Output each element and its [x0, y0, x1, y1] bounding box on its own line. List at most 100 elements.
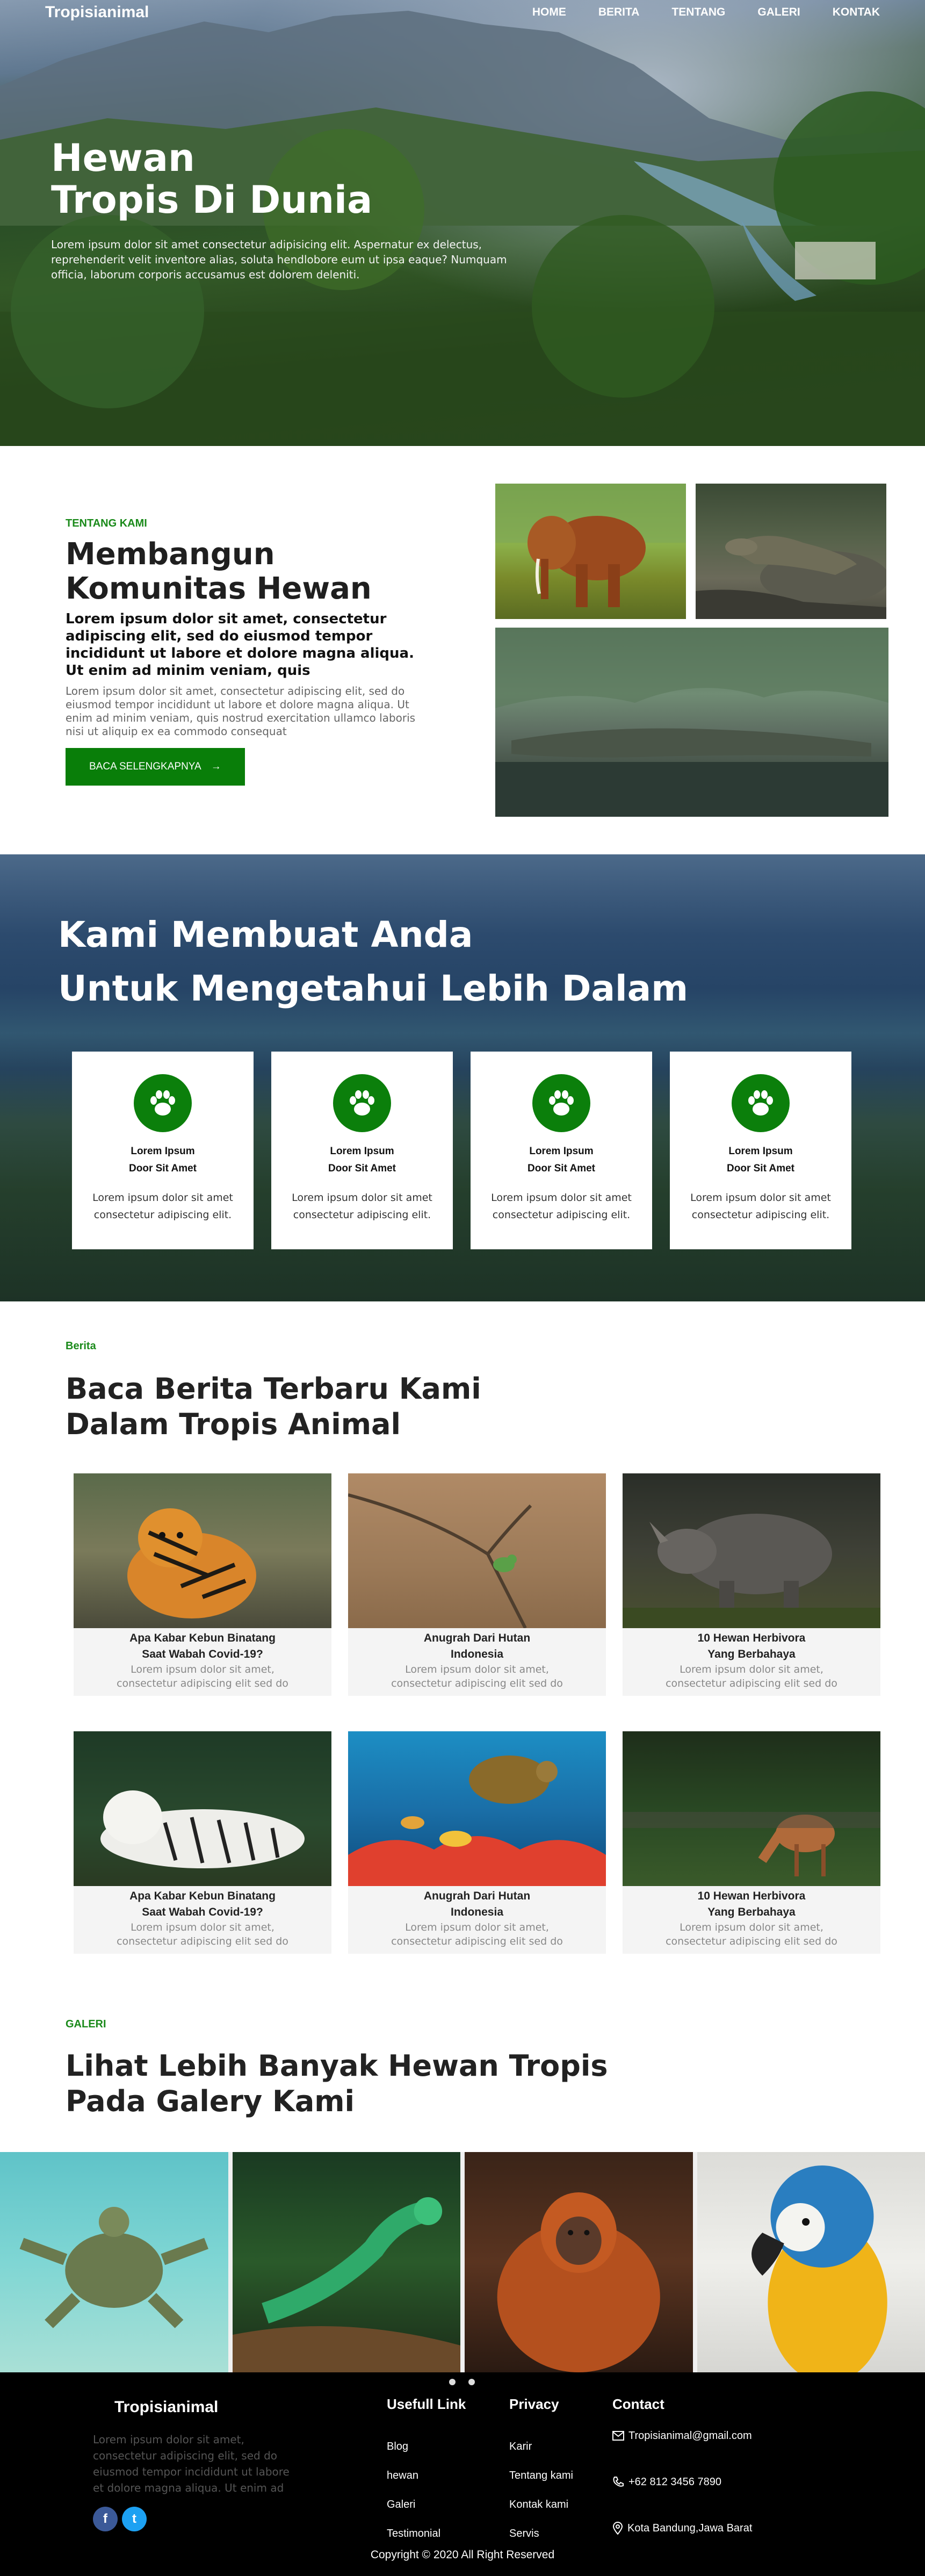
news-card-title-line1: 10 Hewan Herbivora	[698, 1632, 806, 1644]
brand-logo[interactable]: Tropisianimal	[45, 3, 149, 21]
feature-title: Lorem IpsumDoor Sit Amet	[670, 1143, 851, 1177]
news-card-desc-line1: Lorem ipsum dolor sit amet,	[131, 1922, 274, 1933]
news-card-desc-line1: Lorem ipsum dolor sit amet,	[405, 1664, 549, 1675]
footer-link-testimonial[interactable]: Testimonial	[387, 2519, 466, 2548]
about-eyebrow: TENTANG KAMI	[66, 517, 431, 530]
news-card[interactable]: Apa Kabar Kebun BinatangSaat Wabah Covid…	[74, 1731, 331, 1954]
news-card-title: Apa Kabar Kebun BinatangSaat Wabah Covid…	[74, 1888, 331, 1920]
main-navbar: Tropisianimal HOME BERITA TENTANG GALERI…	[0, 0, 925, 24]
news-card[interactable]: 10 Hewan HerbivoraYang Berbahaya Lorem i…	[623, 1731, 880, 1954]
phone-icon	[612, 2476, 624, 2488]
news-card-desc-line1: Lorem ipsum dolor sit amet,	[680, 1664, 823, 1675]
about-body: Lorem ipsum dolor sit amet, consectetur …	[66, 685, 431, 738]
news-card-desc-line2: consectetur adipiscing elit sed do	[666, 1678, 837, 1689]
feature-title-line1: Lorem Ipsum	[529, 1146, 593, 1157]
contact-address-text: Kota Bandung,Jawa Barat	[627, 2505, 752, 2551]
footer-link-servis[interactable]: Servis	[509, 2519, 573, 2548]
komodo-image	[696, 484, 886, 619]
about-section: TENTANG KAMI Membangun Komunitas Hewan L…	[0, 446, 925, 854]
know-more-section: Kami Membuat Anda Untuk Mengetahui Lebih…	[0, 854, 925, 1301]
gallery-lizard-image[interactable]	[233, 2152, 461, 2372]
feature-cards: Lorem IpsumDoor Sit Amet Lorem ipsum dol…	[72, 1052, 851, 1249]
news-card-title-line1: Apa Kabar Kebun Binatang	[129, 1632, 276, 1644]
gallery-header: GALERI Lihat Lebih Banyak Hewan Tropis P…	[0, 2016, 925, 2152]
gallery-orangutan-image[interactable]	[465, 2152, 693, 2372]
carousel-dot[interactable]	[468, 2379, 475, 2385]
footer-link-karir[interactable]: Karir	[509, 2432, 573, 2461]
carousel-dot[interactable]	[449, 2379, 456, 2385]
news-card[interactable]: Apa Kabar Kebun Binatang Saat Wabah Covid…	[74, 1473, 331, 1696]
nav-link-galeri[interactable]: GALERI	[757, 6, 800, 19]
privacy-title: Privacy	[509, 2396, 573, 2413]
feature-title-line2: Door Sit Amet	[328, 1163, 396, 1174]
feature-card: Lorem IpsumDoor Sit Amet Lorem ipsum dol…	[72, 1052, 254, 1249]
bird-image	[348, 1473, 606, 1628]
read-more-label: BACA SELENGKAPNYA	[89, 761, 201, 773]
nav-link-kontak[interactable]: KONTAK	[833, 6, 880, 19]
paw-icon	[732, 1074, 790, 1132]
feature-card: Lorem IpsumDoor Sit Amet Lorem ipsum dol…	[471, 1052, 652, 1249]
footer-link-tentang-kami[interactable]: Tentang kami	[509, 2461, 573, 2490]
nav-link-home[interactable]: HOME	[532, 6, 566, 19]
news-card-desc-line1: Lorem ipsum dolor sit amet,	[405, 1922, 549, 1933]
facebook-icon[interactable]: f	[93, 2507, 118, 2531]
hero-content: Hewan Tropis Di Dunia Lorem ipsum dolor …	[51, 137, 513, 282]
footer-link-blog[interactable]: Blog	[387, 2432, 466, 2461]
news-card-desc-line1: Lorem ipsum dolor sit amet,	[131, 1664, 274, 1675]
hero-title-line1: Hewan	[51, 136, 195, 180]
news-card-desc: Lorem ipsum dolor sit amet,consectetur a…	[623, 1920, 880, 1948]
know-title-line1: Kami Membuat Anda	[58, 914, 473, 955]
news-card-title-line2: Saat Wabah Covid-19?	[142, 1648, 263, 1660]
news-card-desc: Lorem ipsum dolor sit amet,consectetur a…	[348, 1663, 606, 1690]
twitter-icon[interactable]: t	[122, 2507, 147, 2531]
news-card-title-line1: 10 Hewan Herbivora	[698, 1890, 806, 1902]
footer-link-hewan[interactable]: hewan	[387, 2461, 466, 2490]
news-card-desc: Lorem ipsum dolor sit amet, consectetur a…	[348, 1920, 606, 1948]
contact-phone-text: +62 812 3456 7890	[628, 2459, 721, 2505]
feature-card: Lorem IpsumDoor Sit Amet Lorem ipsum dol…	[271, 1052, 453, 1249]
news-card-title-line2: Indonesia	[451, 1648, 503, 1660]
paw-icon	[134, 1074, 192, 1132]
contact-email[interactable]: Tropisianimal@gmail.com	[612, 2413, 752, 2459]
mail-icon	[612, 2431, 624, 2441]
arrow-right-icon: →	[211, 761, 221, 773]
news-card[interactable]: Anugrah Dari HutanIndonesia Lorem ipsum …	[348, 1731, 606, 1954]
nav-links: HOME BERITA TENTANG GALERI KONTAK	[532, 6, 880, 19]
feature-card: Lorem IpsumDoor Sit Amet Lorem ipsum dol…	[670, 1052, 851, 1249]
gallery-carousel[interactable]	[0, 2152, 925, 2372]
about-title: Membangun Komunitas Hewan	[66, 537, 431, 606]
footer-link-kontak-kami[interactable]: Kontak kami	[509, 2490, 573, 2519]
footer-about: Lorem ipsum dolor sit amet, consectetur …	[93, 2431, 297, 2496]
news-card-desc: Lorem ipsum dolor sit amet, consectetur a…	[74, 1920, 331, 1948]
news-card-title: Anugrah Dari HutanIndonesia	[348, 1888, 606, 1920]
feature-description: Lorem ipsum dolor sit amet consectetur a…	[670, 1189, 851, 1224]
feature-title: Lorem IpsumDoor Sit Amet	[471, 1143, 652, 1177]
news-card-desc-line2: consectetur adipiscing elit sed do	[391, 1935, 563, 1947]
news-card-desc: Lorem ipsum dolor sit amet, consectetur a…	[74, 1663, 331, 1690]
news-card-desc-line2: consectetur adipiscing elit sed do	[117, 1935, 288, 1947]
feature-title-line1: Lorem Ipsum	[728, 1146, 792, 1157]
footer-link-galeri[interactable]: Galeri	[387, 2490, 466, 2519]
white-tiger-image	[74, 1731, 331, 1886]
news-card-desc-line2: consectetur adipiscing elit sed do	[117, 1678, 288, 1689]
know-title: Kami Membuat Anda Untuk Mengetahui Lebih…	[58, 908, 688, 1016]
news-card[interactable]: 10 Hewan Herbivora Yang Berbahaya Lorem i…	[623, 1473, 880, 1696]
contact-column: Contact Tropisianimal@gmail.com +62 812 …	[612, 2396, 752, 2551]
news-card[interactable]: Anugrah Dari HutanIndonesia Lorem ipsum …	[348, 1473, 606, 1696]
useful-links-column: Usefull Link Blog hewan Galeri Testimoni…	[387, 2396, 466, 2548]
read-more-button[interactable]: BACA SELENGKAPNYA →	[66, 748, 245, 786]
feature-description: Lorem ipsum dolor sit amet consectetur a…	[72, 1189, 254, 1224]
news-card-title-line2: Yang Berbahaya	[707, 1648, 795, 1660]
nav-link-berita[interactable]: BERITA	[598, 6, 640, 19]
feature-title-line1: Lorem Ipsum	[131, 1146, 194, 1157]
news-eyebrow: Berita	[66, 1340, 96, 1352]
gallery-macaw-image[interactable]	[697, 2152, 925, 2372]
gallery-turtle-image[interactable]	[0, 2152, 228, 2372]
news-card-title-line1: Apa Kabar Kebun Binatang	[129, 1890, 276, 1902]
news-title: Baca Berita Terbaru Kami Dalam Tropis An…	[66, 1371, 549, 1442]
nav-link-tentang[interactable]: TENTANG	[671, 6, 725, 19]
contact-phone[interactable]: +62 812 3456 7890	[612, 2459, 752, 2505]
about-title-line2: Komunitas Hewan	[66, 571, 372, 606]
hero-section: Tropisianimal HOME BERITA TENTANG GALERI…	[0, 0, 925, 446]
hero-description: Lorem ipsum dolor sit amet consectetur a…	[51, 237, 513, 282]
